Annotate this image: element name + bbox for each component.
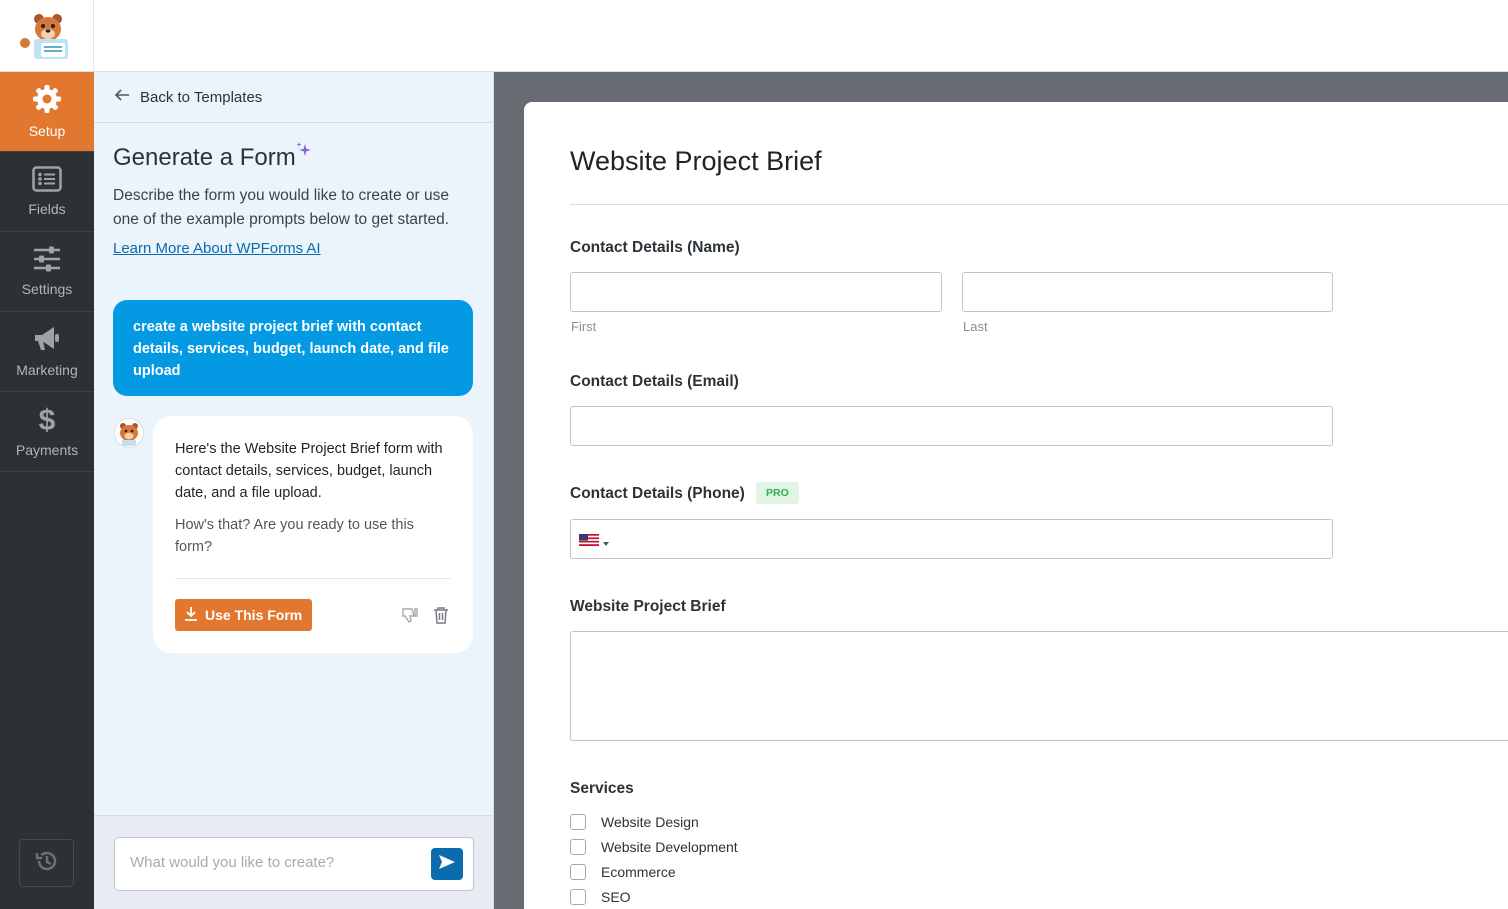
checkbox[interactable] <box>570 889 586 905</box>
last-sublabel: Last <box>963 319 988 334</box>
service-option[interactable]: Website Design <box>570 814 699 830</box>
learn-more-link[interactable]: Learn More About WPForms AI <box>113 240 321 257</box>
sliders-icon <box>32 246 62 281</box>
title-divider <box>570 204 1508 205</box>
nav-item-label: Setup <box>28 123 66 139</box>
prompt-area <box>94 815 493 909</box>
last-name-input[interactable] <box>962 272 1333 312</box>
form-preview-card: Website Project Brief Contact Details (N… <box>524 102 1508 909</box>
ai-form-panel: Back to Templates Generate a Form Descri… <box>94 72 494 909</box>
nav-item-payments[interactable]: $ Payments <box>0 392 94 472</box>
panel-title: Generate a Form <box>113 144 296 171</box>
bot-avatar <box>114 418 144 448</box>
nav-item-label: Payments <box>15 441 79 458</box>
phone-input[interactable] <box>570 519 1333 559</box>
bot-question: How's that? Are you ready to use this fo… <box>175 517 414 555</box>
left-nav: Setup Fields Settings Marketing $ Paymen… <box>0 72 94 909</box>
nav-item-settings[interactable]: Settings <box>0 232 94 312</box>
first-name-input[interactable] <box>570 272 942 312</box>
use-this-form-label: Use This Form <box>205 607 303 623</box>
bot-response-bubble: Here's the Website Project Brief form wi… <box>153 416 473 653</box>
send-button[interactable] <box>431 848 463 880</box>
megaphone-icon <box>32 325 62 362</box>
checkbox[interactable] <box>570 864 586 880</box>
nav-item-label: Fields <box>28 201 66 217</box>
user-prompt-bubble: create a website project brief with cont… <box>113 300 473 396</box>
panel-description: Describe the form you would like to crea… <box>113 187 450 228</box>
nav-item-label: Marketing <box>16 362 78 378</box>
bubble-divider <box>175 578 451 579</box>
download-icon <box>185 606 205 624</box>
form-preview-area: Website Project Brief Contact Details (N… <box>494 72 1508 909</box>
use-this-form-button[interactable]: Use This Form <box>175 599 313 631</box>
trash-icon[interactable] <box>433 606 449 629</box>
email-input[interactable] <box>570 406 1333 446</box>
nav-item-label: Settings <box>21 281 73 297</box>
wpforms-logo[interactable] <box>0 0 94 72</box>
prompt-box <box>114 837 474 891</box>
form-title: Website Project Brief <box>570 146 822 176</box>
sparkle-icon <box>296 142 312 165</box>
send-icon <box>438 854 456 875</box>
caret-down-icon <box>603 533 609 551</box>
first-sublabel: First <box>571 319 597 334</box>
arrow-left-icon <box>114 88 130 106</box>
revisions-button[interactable] <box>19 839 74 887</box>
country-selector[interactable] <box>579 533 609 551</box>
brief-field-label: Website Project Brief <box>570 598 726 615</box>
services-field-label: Services <box>570 780 634 797</box>
service-option[interactable]: Website Development <box>570 839 738 855</box>
service-option-label: Ecommerce <box>601 864 676 880</box>
service-option-label: Website Development <box>601 839 738 855</box>
checkbox[interactable] <box>570 814 586 830</box>
prompt-input[interactable] <box>130 854 410 871</box>
checkbox[interactable] <box>570 839 586 855</box>
phone-field-label: Contact Details (Phone) <box>570 485 745 502</box>
us-flag-icon <box>579 533 599 551</box>
back-to-templates-link[interactable]: Back to Templates <box>94 72 493 123</box>
nav-item-marketing[interactable]: Marketing <box>0 312 94 392</box>
service-option[interactable]: Ecommerce <box>570 864 676 880</box>
brief-textarea[interactable] <box>570 631 1508 741</box>
service-option-label: Website Design <box>601 814 699 830</box>
history-icon <box>34 848 60 879</box>
nav-item-setup[interactable]: Setup <box>0 72 94 152</box>
nav-item-fields[interactable]: Fields <box>0 152 94 232</box>
service-option[interactable]: SEO <box>570 889 631 905</box>
service-option-label: SEO <box>601 889 631 905</box>
name-field-label: Contact Details (Name) <box>570 239 740 256</box>
back-label: Back to Templates <box>140 88 263 106</box>
pro-badge: PRO <box>756 482 799 504</box>
gear-icon <box>32 84 62 123</box>
email-field-label: Contact Details (Email) <box>570 373 739 390</box>
thumbs-down-icon[interactable] <box>401 606 419 629</box>
dollar-icon: $ <box>38 403 56 437</box>
bot-message: Here's the Website Project Brief form wi… <box>175 441 443 501</box>
top-bar <box>0 0 1508 72</box>
fields-list-icon <box>32 166 62 201</box>
